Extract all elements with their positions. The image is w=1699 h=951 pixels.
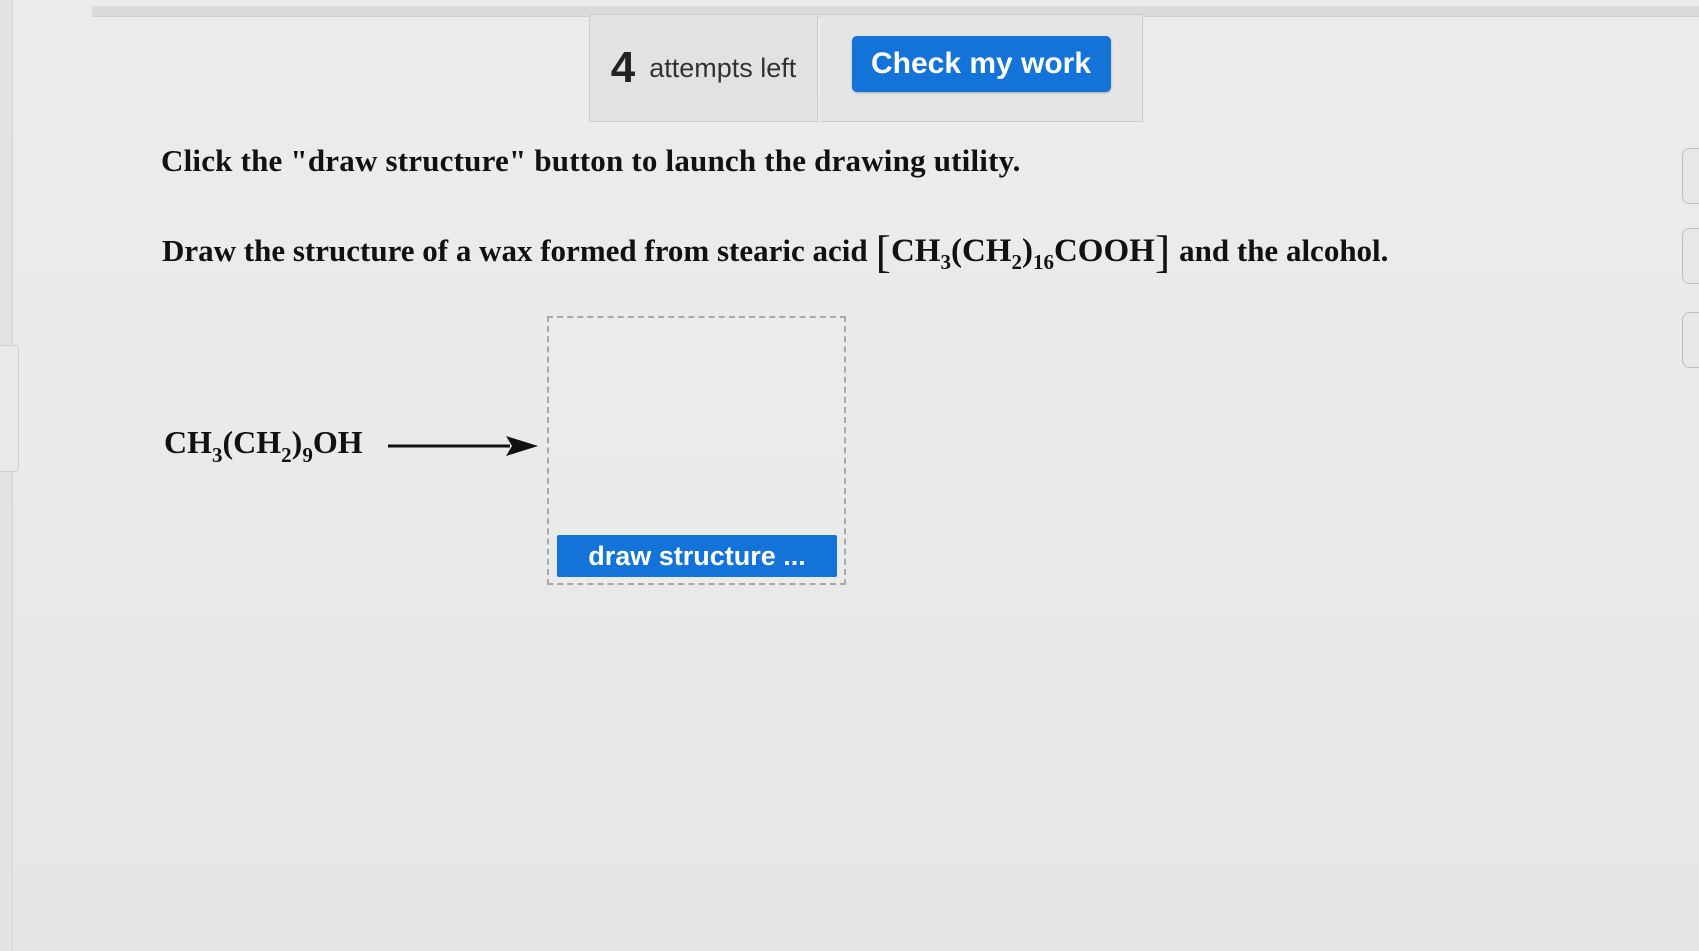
check-my-work-button[interactable]: Check my work — [851, 36, 1111, 92]
instruction-text: Click the "draw structure" button to lau… — [161, 143, 1021, 178]
assignment-toolbar: 4 attempts left Check my work — [589, 14, 1143, 122]
right-arrow-icon — [388, 436, 538, 456]
attempts-count: 4 — [610, 43, 636, 92]
page: 4 attempts left Check my work Click the … — [0, 0, 1699, 951]
question-suffix: and the alcohol. — [1179, 233, 1389, 268]
right-side-tab-1[interactable] — [1682, 148, 1699, 204]
question-text: Draw the structure of a wax formed from … — [162, 226, 1389, 277]
left-window-edge — [0, 0, 13, 951]
left-bracket: [ — [875, 226, 891, 277]
alcohol-formula: CH3(CH2)9OH — [164, 424, 363, 467]
question-prefix: Draw the structure of a wax formed from … — [162, 233, 868, 268]
stearic-acid-formula: [ CH3(CH2)16COOH ] — [875, 226, 1171, 277]
check-work-panel: Check my work — [820, 14, 1143, 122]
stearic-acid-formula-text: CH3(CH2)16COOH — [890, 232, 1155, 274]
right-bracket: ] — [1154, 226, 1171, 277]
left-side-tab[interactable] — [0, 345, 19, 472]
right-side-tab-2[interactable] — [1682, 228, 1699, 284]
right-side-tab-3[interactable] — [1682, 312, 1699, 368]
attempts-label: attempts left — [649, 52, 797, 83]
draw-structure-button[interactable]: draw structure ... — [557, 535, 837, 577]
attempts-counter: 4 attempts left — [589, 14, 818, 122]
